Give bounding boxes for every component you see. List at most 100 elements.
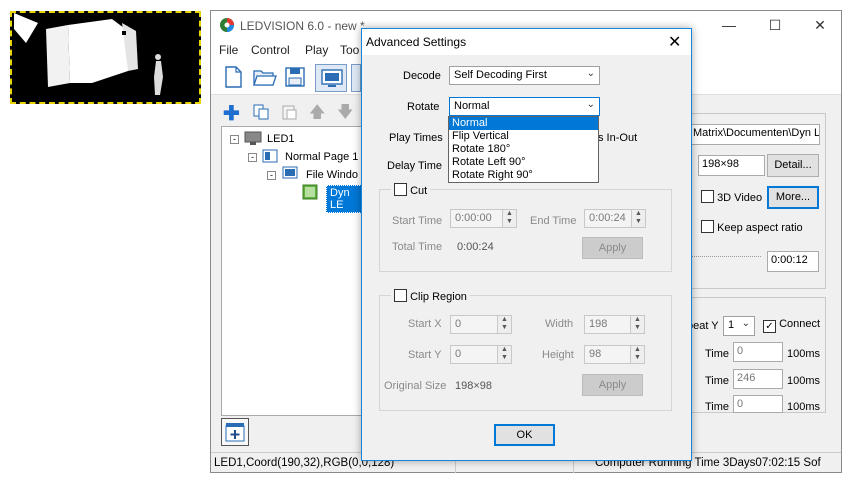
collapse-icon[interactable]: - [248, 153, 257, 162]
collapse-icon[interactable]: - [230, 135, 239, 144]
spin-icon[interactable]: ▲ ▼ [497, 346, 511, 363]
properties-panel: Matrix\Documenten\Dyn LE e 198×98 Detail… [681, 113, 826, 289]
time-field[interactable]: 246 [733, 369, 783, 389]
width-value: 198 [589, 318, 608, 330]
tree-item-dyn-le[interactable]: Dyn LE [326, 185, 366, 213]
page-icon [262, 149, 278, 163]
start-x-field[interactable]: 0 ▲ ▼ [450, 315, 512, 334]
rotate-dropdown-list: Normal Flip Vertical Rotate 180° Rotate … [448, 116, 599, 183]
spin-icon[interactable]: ▲ ▼ [630, 346, 644, 363]
repeat-select[interactable]: 1 ⌄ [723, 316, 755, 336]
add-program-button[interactable] [221, 418, 249, 446]
tree-item-led1[interactable]: LED1 [267, 133, 295, 145]
repeat-value: 1 [728, 319, 735, 331]
tree-toolbar: ✚ 🡅 🡇 [221, 101, 371, 125]
dialog-title-bar: Advanced Settings ✕ [362, 29, 691, 55]
menu-tools[interactable]: Too [340, 43, 359, 57]
height-value: 98 [589, 348, 602, 360]
rotate-label: Rotate [407, 101, 440, 113]
progress-slider[interactable] [691, 256, 761, 257]
advanced-settings-dialog: Advanced Settings ✕ Decode Self Decoding… [361, 28, 692, 461]
time-field[interactable]: 0:00:12 [767, 251, 819, 272]
dialog-close-icon[interactable]: ✕ [668, 32, 681, 52]
screen-view-button[interactable] [315, 64, 347, 92]
connect-label: Connect [779, 318, 821, 330]
led-preview-window [10, 11, 201, 104]
new-file-icon[interactable] [223, 66, 243, 88]
delay-time-label: Delay Time [387, 160, 443, 172]
spin-icon[interactable]: ▲ ▼ [502, 210, 516, 227]
cut-checkbox[interactable]: Cut [391, 183, 431, 197]
chevron-down-icon: ⌄ [586, 99, 595, 110]
start-time-label: Start Time [392, 215, 443, 227]
height-field[interactable]: 98 ▲ ▼ [584, 345, 645, 364]
play-settings-panel: peat Y 1 ⌄ ✓ Connect Time 0 100ms Time 2… [681, 297, 826, 413]
checkbox-icon [394, 289, 407, 302]
add-icon[interactable]: ✚ [223, 101, 240, 126]
menu-file[interactable]: File [219, 43, 238, 57]
start-y-value: 0 [455, 348, 462, 360]
decode-value: Self Decoding First [454, 69, 547, 81]
rotate-option-180[interactable]: Rotate 180° [449, 143, 598, 156]
rotate-select[interactable]: Normal ⌄ [449, 97, 600, 116]
copy-icon[interactable] [253, 104, 269, 120]
clip-apply-button[interactable]: Apply [582, 374, 643, 396]
rotate-option-flip-vertical[interactable]: Flip Vertical [449, 130, 598, 143]
time-label: Time [705, 375, 730, 387]
move-down-icon[interactable]: 🡇 [337, 101, 353, 128]
original-size-value: 198×98 [455, 380, 493, 392]
rotate-option-left-90[interactable]: Rotate Left 90° [449, 156, 598, 169]
cut-group [379, 189, 672, 272]
keep-aspect-label: Keep aspect ratio [717, 222, 803, 234]
time-field[interactable]: 0 [733, 342, 783, 362]
chevron-down-icon: ⌄ [586, 68, 595, 79]
cut-apply-button[interactable]: Apply [582, 237, 643, 259]
original-size-label: Original Size [384, 380, 447, 392]
cut-label: Cut [410, 185, 428, 197]
start-time-field[interactable]: 0:00:00 ▲ ▼ [450, 209, 517, 228]
menu-play[interactable]: Play [305, 43, 328, 57]
connect-checkbox[interactable]: ✓ Connect [763, 318, 820, 333]
video-file-icon [302, 184, 318, 200]
paste-icon[interactable] [281, 104, 297, 120]
rotate-option-right-90[interactable]: Rotate Right 90° [449, 169, 598, 182]
collapse-icon[interactable]: - [267, 171, 276, 180]
ok-button[interactable]: OK [494, 424, 555, 446]
maximize-icon[interactable]: ☐ [752, 13, 798, 39]
3d-video-checkbox[interactable]: 3D Video [701, 190, 762, 204]
start-y-field[interactable]: 0 ▲ ▼ [450, 345, 512, 364]
tree-item-normal-page[interactable]: Normal Page 1 [285, 151, 358, 163]
decode-label: Decode [403, 70, 441, 82]
fade-in-out-label: s In-Out [598, 132, 638, 144]
total-time-value: 0:00:24 [457, 241, 494, 253]
minimize-icon[interactable]: — [706, 13, 752, 39]
keep-aspect-checkbox[interactable]: Keep aspect ratio [701, 220, 803, 234]
width-field[interactable]: 198 ▲ ▼ [584, 315, 645, 334]
spin-icon[interactable]: ▲ ▼ [497, 316, 511, 333]
add-program-icon [225, 423, 245, 442]
time-field[interactable]: 0 [733, 395, 783, 413]
open-folder-icon[interactable] [253, 67, 277, 87]
move-up-icon[interactable]: 🡅 [309, 101, 325, 128]
start-time-value: 0:00:00 [455, 212, 492, 224]
3d-video-label: 3D Video [717, 192, 763, 204]
monitor-icon [321, 69, 343, 87]
decode-select[interactable]: Self Decoding First ⌄ [449, 66, 600, 85]
clip-region-checkbox[interactable]: Clip Region [391, 289, 470, 303]
file-path-field[interactable]: Matrix\Documenten\Dyn LE [689, 124, 820, 145]
save-icon[interactable] [285, 67, 305, 87]
detail-button[interactable]: Detail... [767, 154, 819, 177]
menu-control[interactable]: Control [251, 43, 290, 57]
close-icon[interactable]: ✕ [797, 13, 843, 39]
more-button[interactable]: More... [767, 186, 819, 209]
tree-item-file-window[interactable]: File Windo [306, 169, 358, 181]
rotate-option-normal[interactable]: Normal [449, 117, 598, 130]
window-title: LEDVISION 6.0 - new * [240, 19, 365, 33]
toolbar-button-partial[interactable] [351, 64, 361, 92]
spin-icon[interactable]: ▲ ▼ [631, 210, 645, 227]
size-field[interactable]: 198×98 [698, 155, 765, 176]
time-label: Time [705, 348, 730, 360]
spin-icon[interactable]: ▲ ▼ [630, 316, 644, 333]
ledvision-logo-icon [220, 18, 234, 32]
end-time-field[interactable]: 0:00:24 ▲ ▼ [584, 209, 646, 228]
